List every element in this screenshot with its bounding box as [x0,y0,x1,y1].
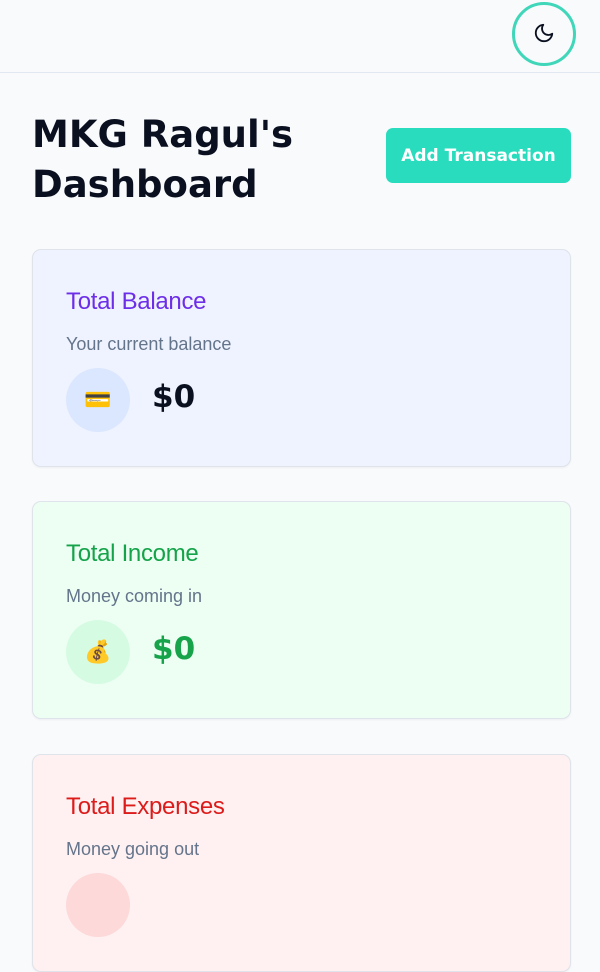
card-subtitle: Your current balance [66,334,232,354]
expenses-icon [66,873,130,937]
card-title: Total Income [66,540,199,567]
page-title: MKG Ragul's Dashboard [32,113,294,206]
moon-icon [533,22,555,47]
top-bar [0,0,600,73]
balance-amount: $0 [152,379,196,415]
total-income-card: Total Income Money coming in 💰 $0 [32,501,571,719]
card-subtitle: Money going out [66,839,200,859]
card-title: Total Balance [66,288,207,315]
total-expenses-card: Total Expenses Money going out [32,754,571,972]
card-subtitle: Money coming in [66,586,203,606]
card-title: Total Expenses [66,793,225,820]
income-amount: $0 [152,631,196,667]
add-transaction-button[interactable]: Add Transaction [386,128,571,183]
credit-card-icon: 💳 [66,368,130,432]
total-balance-card: Total Balance Your current balance 💳 $0 [32,249,571,467]
theme-toggle-button[interactable] [512,2,576,66]
money-bag-icon: 💰 [66,620,130,684]
